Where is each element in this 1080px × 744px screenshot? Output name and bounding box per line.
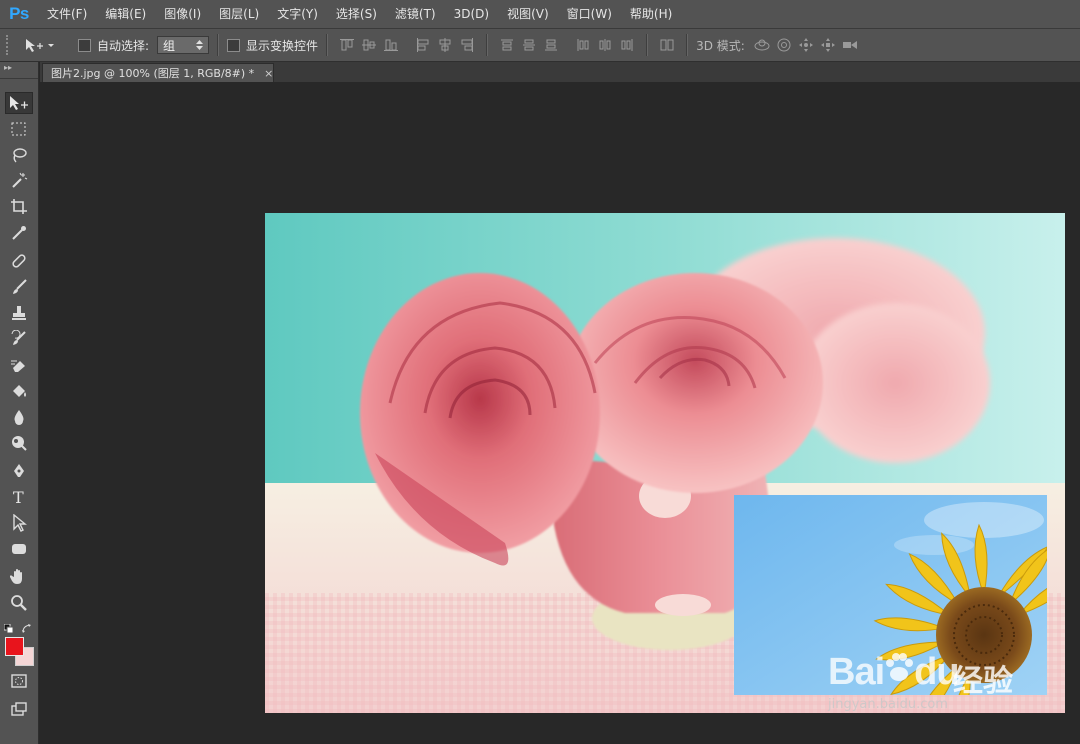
menu-3d[interactable]: 3D(D) [445,0,498,28]
move-tool-icon[interactable] [5,92,33,114]
eraser-tool-icon[interactable] [5,354,33,376]
menu-help[interactable]: 帮助(H) [621,0,681,28]
healing-brush-tool-icon[interactable] [5,250,33,272]
move-tool-preset-icon [26,39,54,52]
paint-bucket-tool-icon[interactable] [5,380,33,402]
svg-text:T: T [13,488,24,506]
menu-image[interactable]: 图像(I) [155,0,210,28]
menu-view[interactable]: 视图(V) [498,0,558,28]
separator [486,34,489,56]
show-transform-group: 显示变换控件 [227,37,318,54]
options-grip-icon[interactable] [6,35,12,55]
toolbox-panel: ▸▸ T [0,62,39,744]
separator [217,34,220,56]
swap-colors-icon[interactable] [22,619,32,638]
menu-type[interactable]: 文字(Y) [268,0,327,28]
align-bottom-edges-icon[interactable] [382,36,400,54]
menu-filter[interactable]: 滤镜(T) [386,0,445,28]
document-tab-title: 图片2.jpg @ 100% (图层 1, RGB/8#) * [51,67,255,80]
auto-select-value: 组 [163,38,176,53]
auto-select-checkbox[interactable] [78,38,91,52]
rectangle-shape-tool-icon[interactable] [5,538,33,560]
close-icon[interactable]: × [264,67,273,80]
align-left-edges-icon[interactable] [414,36,432,54]
marquee-tool-icon[interactable] [5,118,33,140]
slide-3d-object-icon[interactable] [819,36,837,54]
drag-3d-object-icon[interactable] [797,36,815,54]
foreground-color-swatch[interactable] [5,637,24,656]
screen-mode-icon[interactable] [5,698,33,720]
dodge-tool-icon[interactable] [5,432,33,454]
auto-align-layers-icon[interactable] [658,36,676,54]
path-selection-tool-icon[interactable] [5,512,33,534]
menu-file[interactable]: 文件(F) [38,0,96,28]
roll-3d-object-icon[interactable] [775,36,793,54]
history-brush-tool-icon[interactable] [5,328,33,350]
distribute-horizontal-centers-icon[interactable] [596,36,614,54]
menu-select[interactable]: 选择(S) [327,0,386,28]
menu-layer[interactable]: 图层(L) [210,0,268,28]
spinner-arrows-icon [196,40,204,50]
lasso-tool-icon[interactable] [5,144,33,166]
align-top-edges-icon[interactable] [338,36,356,54]
mode-3d-label: 3D 模式: [696,38,745,53]
hand-tool-icon[interactable] [5,566,33,588]
sunflower-layer[interactable] [734,495,1047,695]
blur-tool-icon[interactable] [5,406,33,428]
separator [326,34,329,56]
pen-tool-icon[interactable] [5,460,33,482]
eyedropper-tool-icon[interactable] [5,222,33,244]
distribute-top-icon[interactable] [498,36,516,54]
options-bar: 自动选择: 组 显示变换控件 3D 模式: [0,29,1080,62]
rotate-3d-object-icon[interactable] [753,36,771,54]
align-horizontal-centers-icon[interactable] [436,36,454,54]
document-tab-bar: 图片2.jpg @ 100% (图层 1, RGB/8#) * × [40,62,1080,82]
toolbox-collapse-icon[interactable]: ▸▸ [0,62,38,79]
brush-tool-icon[interactable] [5,276,33,298]
menu-bar: Ps 文件(F) 编辑(E) 图像(I) 图层(L) 文字(Y) 选择(S) 滤… [0,0,1080,29]
auto-select-label: 自动选择: [97,38,150,53]
clone-stamp-tool-icon[interactable] [5,302,33,324]
document-tab[interactable]: 图片2.jpg @ 100% (图层 1, RGB/8#) * × [42,63,274,82]
scale-3d-object-icon[interactable] [841,36,859,54]
magic-wand-tool-icon[interactable] [5,170,33,192]
align-right-edges-icon[interactable] [458,36,476,54]
distribute-vertical-centers-icon[interactable] [520,36,538,54]
auto-select-group: 自动选择: 组 [78,36,210,54]
show-transform-checkbox[interactable] [227,38,241,52]
sunflower-photo [734,495,1047,695]
auto-select-dropdown[interactable]: 组 [157,36,210,54]
tool-preset-picker[interactable] [24,37,66,53]
default-colors-icon[interactable] [3,619,14,638]
distribute-left-icon[interactable] [574,36,592,54]
quick-mask-icon[interactable] [5,670,33,692]
type-tool-icon[interactable]: T [5,486,33,508]
separator [686,34,689,56]
distribute-right-icon[interactable] [618,36,636,54]
photoshop-logo: Ps [9,4,29,23]
distribute-bottom-icon[interactable] [542,36,560,54]
align-vertical-centers-icon[interactable] [360,36,378,54]
crop-tool-icon[interactable] [5,196,33,218]
show-transform-label: 显示变换控件 [246,38,319,53]
menu-window[interactable]: 窗口(W) [558,0,621,28]
menu-edit[interactable]: 编辑(E) [96,0,155,28]
zoom-tool-icon[interactable] [5,592,33,614]
separator [646,34,649,56]
